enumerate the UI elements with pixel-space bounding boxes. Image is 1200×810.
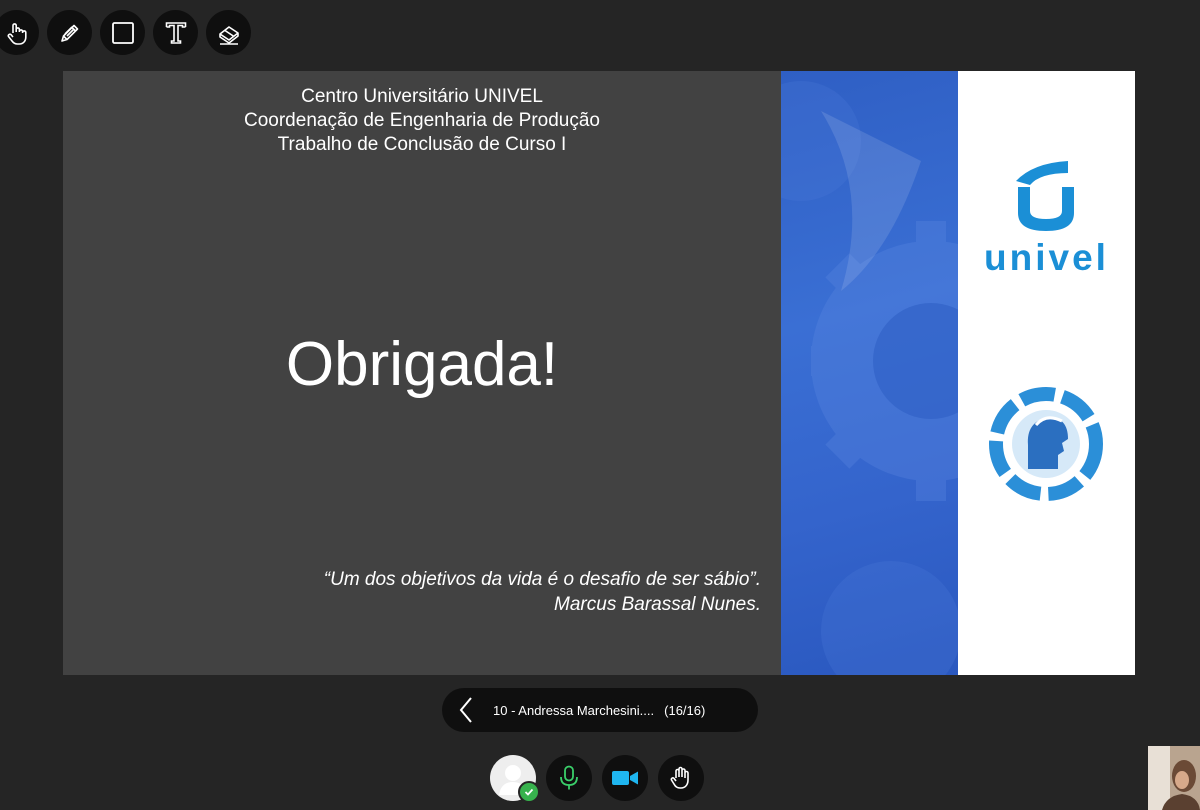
quote-text: “Um dos objetivos da vida é o desafio de… [323,569,761,590]
microphone-icon [560,765,578,790]
hand-icon [7,22,27,45]
raise-hand-button[interactable] [658,755,704,801]
microphone-button[interactable] [546,755,592,801]
univel-logo-text: univel [984,237,1109,278]
slide-logo-panel: univel [958,71,1135,675]
camera-button[interactable] [602,755,648,801]
user-avatar[interactable] [490,755,540,803]
check-icon [524,788,534,796]
text-icon [165,21,186,44]
pencil-icon [60,24,78,42]
slide-quote: “Um dos objetivos da vida é o desafio de… [324,567,761,617]
previous-slide-button[interactable] [442,688,490,732]
presentation-slide: Centro Universitário UNIVEL Coordenação … [63,71,1135,675]
course-name: Trabalho de Conclusão de Curso I [277,134,567,155]
participant-video-thumbnail[interactable] [1148,746,1200,810]
meeting-controls [490,755,704,803]
emblem-logo-icon [989,387,1103,501]
slide-headline: Obrigada! [285,330,559,399]
status-badge [518,781,540,803]
pencil-tool-button[interactable] [47,10,92,55]
slide-counter: (16/16) [664,702,706,718]
gear-background-graphic [781,81,958,675]
department-name: Coordenação de Engenharia de Produção [244,110,600,131]
video-camera-icon [612,771,638,785]
presentation-title: 10 - Andressa Marchesini.... [493,702,655,718]
institution-name: Centro Universitário UNIVEL [301,86,543,107]
participant-video-image [1148,746,1200,810]
rectangle-tool-button[interactable] [100,10,145,55]
presentation-navigation: 10 - Andressa Marchesini.... (16/16) [442,688,758,732]
slide-content-panel: Centro Universitário UNIVEL Coordenação … [63,71,781,675]
slide-header: Centro Universitário UNIVEL Coordenação … [63,85,781,157]
square-icon [111,21,134,44]
chevron-left-icon [459,697,472,723]
text-tool-button[interactable] [153,10,198,55]
hand-tool-button[interactable] [0,10,39,55]
raise-hand-icon [670,766,689,789]
eraser-tool-button[interactable] [206,10,251,55]
slide-gear-panel [781,71,958,675]
annotation-toolbar [0,10,251,55]
quote-author: Marcus Barassal Nunes. [554,594,761,615]
eraser-icon [218,25,239,45]
